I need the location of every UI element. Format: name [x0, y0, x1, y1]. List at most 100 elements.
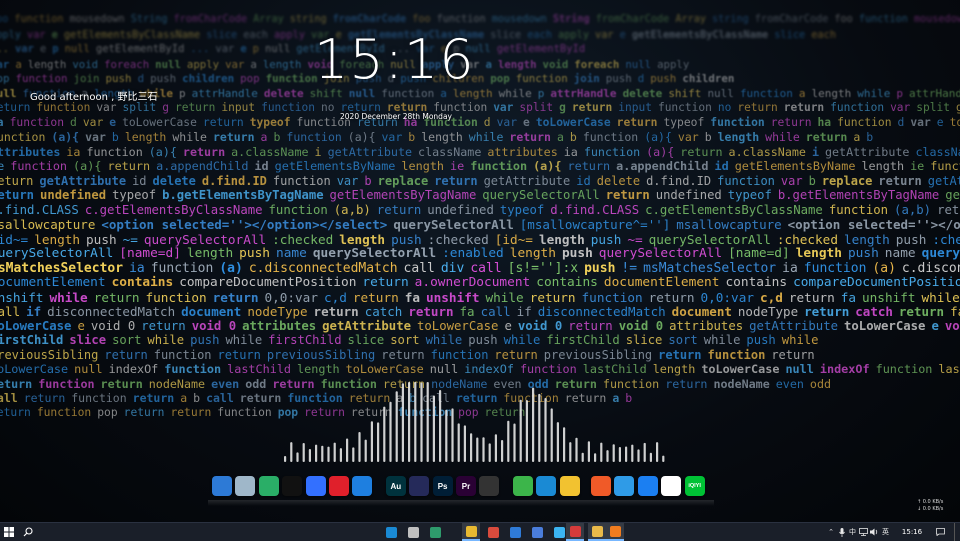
code-token: length — [861, 159, 905, 173]
code-token: foreach — [104, 57, 150, 71]
dock-audition-icon[interactable]: Au — [385, 476, 406, 496]
visualizer-bar — [556, 422, 559, 462]
dock-iqiyi-icon[interactable]: iQIYI — [684, 476, 705, 496]
dock-youku-icon[interactable] — [661, 476, 682, 496]
code-token: foo — [0, 14, 9, 25]
code-token: delete — [622, 86, 663, 100]
dock-premiere-icon[interactable]: Pr — [456, 476, 476, 496]
code-token: slice — [347, 333, 385, 347]
taskbar-netease-button[interactable] — [566, 523, 584, 541]
code-token: while — [921, 289, 960, 305]
code-token: p — [537, 86, 545, 100]
code-token: call — [0, 391, 18, 405]
dock-wechat-icon[interactable] — [258, 476, 279, 496]
microphone-icon[interactable] — [836, 523, 847, 541]
taskbar-settings-button[interactable] — [404, 523, 422, 541]
code-token: apply — [657, 57, 690, 71]
code-token: null — [785, 362, 814, 376]
code-token: d.find.CLASS — [0, 202, 79, 217]
taskbar-search-tool-button[interactable] — [606, 523, 624, 541]
volume-icon[interactable] — [869, 523, 880, 541]
taskbar-explorer-button[interactable] — [588, 523, 606, 541]
taskbar-edge-2-button[interactable] — [426, 523, 444, 541]
dock-feishu-icon[interactable] — [305, 476, 326, 496]
code-token: id — [714, 159, 729, 173]
dock-flower-app-icon[interactable] — [614, 476, 635, 496]
code-token: attributes — [487, 144, 558, 159]
code-token: document — [181, 304, 242, 319]
code-token: a.appendChild — [616, 159, 709, 173]
code-token: nodeType — [737, 304, 799, 319]
code-token: attrHandle — [550, 86, 617, 100]
start-button[interactable] — [0, 523, 18, 541]
code-token: var — [595, 28, 614, 41]
code-token: getAttribute — [749, 318, 838, 333]
dock-edge-icon[interactable] — [536, 476, 557, 496]
code-token: b — [408, 130, 416, 144]
taskbar-chrome-button[interactable] — [462, 523, 480, 541]
visualizer-bar — [662, 455, 665, 462]
code-token: while — [703, 333, 741, 347]
code-token: p — [178, 86, 186, 100]
dock-xmind-icon[interactable] — [591, 476, 611, 496]
visualizer-bar — [327, 446, 330, 462]
code-token: :checked — [272, 231, 334, 247]
input-method-icon[interactable]: 中 — [847, 523, 858, 541]
code-token: (a,b) — [333, 202, 371, 217]
dock-affinity-icon[interactable] — [409, 476, 430, 496]
code-token: each — [527, 28, 553, 41]
code-token: a — [15, 57, 22, 71]
taskbar-chrome-2-button[interactable] — [484, 523, 502, 541]
taskbar-edge-button[interactable] — [382, 523, 400, 541]
code-token: e — [931, 318, 939, 333]
ime-icon[interactable]: 英 — [880, 523, 891, 541]
dock-chrome-icon[interactable] — [559, 476, 580, 496]
code-token: :checked — [776, 231, 838, 247]
code-token: return — [937, 202, 960, 217]
code-token: a — [798, 86, 806, 100]
code-token: shift — [668, 86, 702, 100]
dock-photoshop-icon[interactable]: Ps — [432, 476, 453, 496]
code-token: sort — [668, 333, 698, 347]
code-token: call — [0, 304, 21, 319]
dock-recycle-bin-icon[interactable] — [235, 476, 256, 496]
code-token: querySelectorAll — [143, 231, 267, 247]
tray-overflow-icon[interactable]: ⌃ — [826, 523, 836, 541]
windows-icon — [4, 527, 14, 537]
code-token: (a) — [872, 260, 896, 276]
network-icon[interactable] — [858, 523, 869, 541]
dock-tencent-meeting-icon[interactable] — [352, 476, 373, 496]
dock-baidu-netdisk-icon[interactable] — [637, 476, 658, 496]
store-icon — [531, 526, 543, 538]
search-button[interactable] — [18, 523, 38, 541]
dock-computer-icon[interactable] — [212, 476, 232, 496]
code-token: toLowerCase — [345, 362, 424, 376]
code-token: a — [485, 57, 492, 71]
taskbar-clock[interactable]: 15:16 — [893, 523, 931, 541]
show-desktop-button[interactable] — [954, 523, 960, 541]
visualizer-bar — [377, 422, 380, 462]
notification-icon[interactable] — [933, 523, 947, 541]
dock-qq-icon[interactable] — [282, 476, 303, 496]
code-token: getElementsByName — [274, 159, 396, 173]
taskbar-wechat-files-button[interactable] — [506, 523, 524, 541]
dock-netease-music-icon[interactable] — [329, 476, 349, 496]
visualizer-bar — [358, 432, 361, 462]
dock-davinci-icon[interactable] — [479, 476, 500, 496]
code-token: a.className — [728, 144, 806, 159]
code-token: return — [352, 289, 399, 305]
visualizer-bar — [643, 442, 646, 462]
code-token: typeof — [727, 188, 772, 202]
code-token: return — [509, 130, 551, 144]
dock-green-app-icon[interactable] — [512, 476, 533, 496]
code-token: return — [0, 405, 31, 419]
code-token: void — [72, 57, 99, 71]
code-token: attributes — [0, 144, 61, 159]
code-token: d — [137, 72, 145, 85]
taskbar-store-button[interactable] — [528, 523, 546, 541]
code-token: getAttribute — [824, 144, 910, 159]
code-token: length — [401, 159, 445, 173]
code-token: querySelectorAll — [921, 246, 960, 261]
edge-2-icon — [429, 526, 441, 538]
code-token: length — [538, 231, 585, 247]
